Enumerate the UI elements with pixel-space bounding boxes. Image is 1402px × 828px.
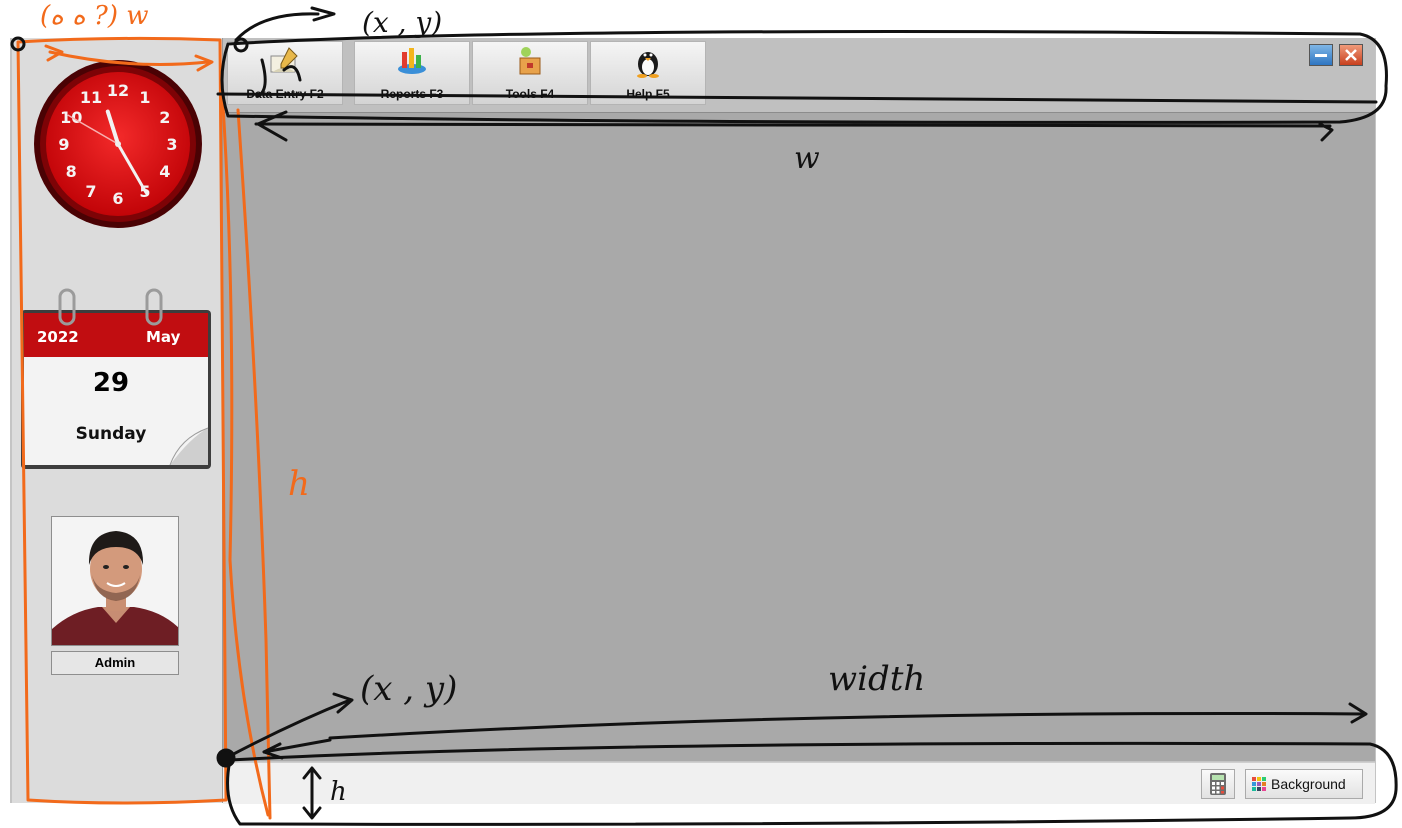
bottom-status-bar: Background (223, 762, 1375, 804)
background-button[interactable]: Background (1245, 769, 1363, 799)
tools-label: Tools F4 (505, 87, 555, 101)
clock-numeral: 3 (166, 135, 177, 154)
calendar-weekday: Sunday (75, 424, 147, 444)
clock-numeral: 11 (80, 88, 102, 107)
clock-numeral: 12 (107, 81, 129, 100)
calendar-widget: 2022 May 29 Sunday (20, 288, 212, 470)
annotation-sidebar-size: (ه ه ?) w (40, 1, 149, 31)
analog-clock: 121234567891011 (34, 60, 202, 228)
minimize-button[interactable] (1309, 44, 1333, 66)
data-entry-label: Data Entry F2 (246, 87, 324, 101)
tools-box-icon (519, 47, 541, 75)
calendar-year: 2022 (37, 328, 79, 346)
clock-numeral: 9 (58, 135, 69, 154)
user-name-label: Admin (51, 651, 179, 675)
help-button[interactable]: Help F5 (590, 41, 706, 105)
tools-button[interactable]: Tools F4 (472, 41, 588, 105)
data-entry-icon (270, 47, 298, 73)
clock-numeral: 1 (139, 88, 150, 107)
minimize-icon (1315, 54, 1327, 57)
clock-numeral: 7 (85, 182, 96, 201)
annotation-top-coords: (x , y) (362, 6, 442, 39)
data-entry-button[interactable]: Data Entry F2 (227, 41, 343, 105)
close-icon (1345, 49, 1357, 61)
background-label: Background (1271, 776, 1346, 792)
reports-chart-icon (398, 48, 426, 74)
close-button[interactable] (1339, 44, 1363, 66)
calculator-button[interactable] (1201, 769, 1235, 799)
calendar-day: 29 (92, 368, 130, 398)
color-grid-icon (1252, 777, 1266, 791)
reports-label: Reports F3 (380, 87, 444, 101)
calendar-month: May (146, 328, 181, 346)
clock-numeral: 6 (112, 189, 123, 208)
calculator-icon (1210, 773, 1226, 795)
user-avatar (51, 516, 179, 646)
clock-numeral: 2 (159, 108, 170, 127)
clock-numeral: 8 (66, 162, 77, 181)
penguin-help-icon (637, 52, 659, 78)
main-toolbar: Data Entry F2 Reports F3 Tools F4 Help F… (223, 38, 1375, 113)
mdi-workspace[interactable] (223, 113, 1375, 761)
clock-numeral: 4 (159, 162, 170, 181)
help-label: Help F5 (626, 87, 670, 101)
reports-button[interactable]: Reports F3 (354, 41, 470, 105)
